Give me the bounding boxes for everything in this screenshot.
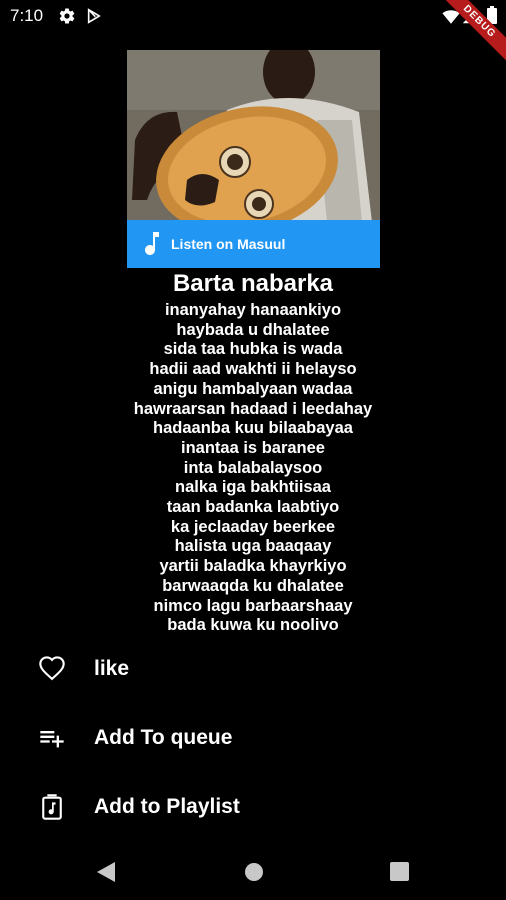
add-to-playlist-action[interactable]: Add to Playlist	[0, 779, 506, 835]
status-time: 7:10	[10, 6, 44, 25]
artwork-image	[127, 50, 380, 222]
song-title: Barta nabarka	[172, 270, 334, 297]
lyric-line: sida taa hubka is wada	[163, 340, 343, 359]
music-note-icon	[145, 232, 159, 255]
lyric-line: taan badanka laabtiyo	[166, 498, 340, 517]
like-action[interactable]: like	[0, 641, 506, 697]
lyric-line: inantaa is baranee	[181, 438, 325, 457]
listen-label: Listen on Masuul	[171, 236, 286, 252]
lyric-line: haybada u dhalatee	[176, 320, 330, 339]
lyric-line: ka jeclaaday beerkee	[170, 517, 336, 536]
album-artwork	[127, 50, 380, 222]
lyric-line: hadii aad wakhti ii helayso	[149, 360, 357, 379]
gear-icon	[59, 8, 75, 24]
status-bar: 7:10 DEBUG	[0, 0, 506, 67]
lyric-line: bada kuwa ku noolivo	[167, 616, 339, 635]
song-detail-screen: 7:10 DEBUG Listen on Masuul Barta nabark…	[0, 0, 506, 900]
debug-ribbon: DEBUG	[426, 0, 506, 80]
lyric-line: yartii baladka khayrkiyo	[159, 557, 347, 576]
lyric-line: nalka iga bakhtiisaa	[175, 478, 331, 497]
lyric-line: inanyahay hanaankiyo	[164, 301, 342, 319]
heart-outline-icon	[39, 656, 65, 681]
home-icon[interactable]	[244, 862, 264, 882]
add-to-playlist-label: Add to Playlist	[94, 795, 240, 818]
music-file-icon	[42, 794, 62, 820]
like-label: like	[94, 657, 130, 680]
system-nav-bar	[0, 846, 506, 900]
lyric-line: nimco lagu barbaarshaay	[153, 596, 353, 615]
lyric-line: halista uga baaqaay	[174, 537, 332, 556]
add-to-queue-label: Add To queue	[94, 726, 233, 749]
add-to-queue-action[interactable]: Add To queue	[0, 710, 506, 766]
debug-label: DEBUG	[434, 0, 506, 67]
listen-on-masuul-button[interactable]: Listen on Masuul	[127, 220, 380, 268]
lyric-line: barwaaqda ku dhalatee	[162, 576, 344, 595]
lyric-line: hawraarsan hadaad i leedahay	[133, 399, 373, 418]
back-icon[interactable]	[96, 861, 116, 883]
recents-icon[interactable]	[390, 862, 409, 881]
lyric-line: inta balabalaysoo	[183, 458, 323, 477]
playlist-add-icon	[40, 731, 64, 748]
lyrics-list: inanyahay hanaankiyo haybada u dhalatee …	[0, 301, 506, 636]
lyric-line: anigu hambalyaan wadaa	[153, 379, 353, 398]
play-store-icon	[87, 8, 101, 24]
lyric-line: hadaanba kuu bilaabayaa	[153, 419, 353, 438]
